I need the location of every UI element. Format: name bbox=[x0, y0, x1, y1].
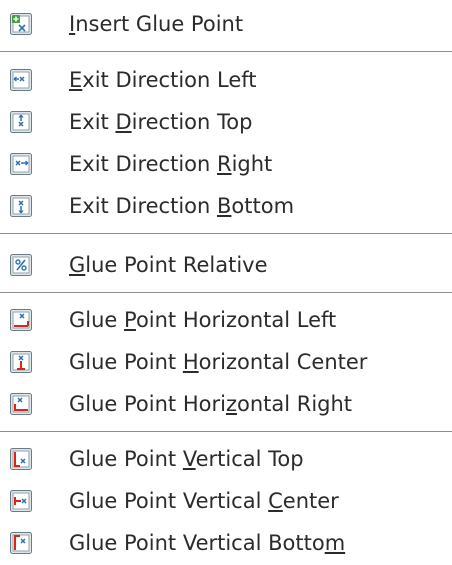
menu-separator bbox=[0, 233, 452, 234]
glue-point-vertical-top-icon bbox=[10, 448, 32, 470]
menu-item-glue-point-horizontal-center[interactable]: Glue Point Horizontal Center bbox=[0, 342, 452, 384]
exit-direction-bottom-icon bbox=[10, 195, 32, 217]
glue-point-vertical-bottom-icon bbox=[10, 532, 32, 554]
glue-point-horizontal-left-icon bbox=[10, 309, 32, 331]
glue-point-horizontal-center-icon bbox=[10, 351, 32, 373]
menu-item-exit-direction-right[interactable]: Exit Direction Right bbox=[0, 144, 452, 186]
menu-item-glue-point-horizontal-left[interactable]: Glue Point Horizontal Left bbox=[0, 300, 452, 342]
menu-separator bbox=[0, 51, 452, 52]
menu-item-glue-point-vertical-center[interactable]: Glue Point Vertical Center bbox=[0, 481, 452, 523]
insert-glue-point-icon bbox=[10, 13, 32, 35]
exit-direction-right-icon bbox=[10, 153, 32, 175]
menu-item-exit-direction-bottom[interactable]: Exit Direction Bottom bbox=[0, 186, 452, 228]
menu-item-glue-point-vertical-top[interactable]: Glue Point Vertical Top bbox=[0, 439, 452, 481]
menu-separator bbox=[0, 292, 452, 293]
glue-point-relative-icon bbox=[10, 254, 32, 276]
menu-item-exit-direction-left[interactable]: Exit Direction Left bbox=[0, 60, 452, 102]
menu-item-glue-point-horizontal-right[interactable]: Glue Point Horizontal Right bbox=[0, 384, 452, 426]
glue-points-menu: Insert Glue Point Exit Direction Left Ex… bbox=[0, 0, 452, 560]
menu-item-exit-direction-top[interactable]: Exit Direction Top bbox=[0, 102, 452, 144]
exit-direction-left-icon bbox=[10, 69, 32, 91]
menu-item-insert-glue-point[interactable]: Insert Glue Point bbox=[0, 4, 452, 46]
menu-separator bbox=[0, 431, 452, 432]
glue-point-horizontal-right-icon bbox=[10, 393, 32, 415]
exit-direction-top-icon bbox=[10, 111, 32, 133]
menu-item-glue-point-vertical-bottom[interactable]: Glue Point Vertical Bottom bbox=[0, 523, 452, 565]
menu-item-glue-point-relative[interactable]: Glue Point Relative bbox=[0, 245, 452, 287]
glue-point-vertical-center-icon bbox=[10, 490, 32, 512]
